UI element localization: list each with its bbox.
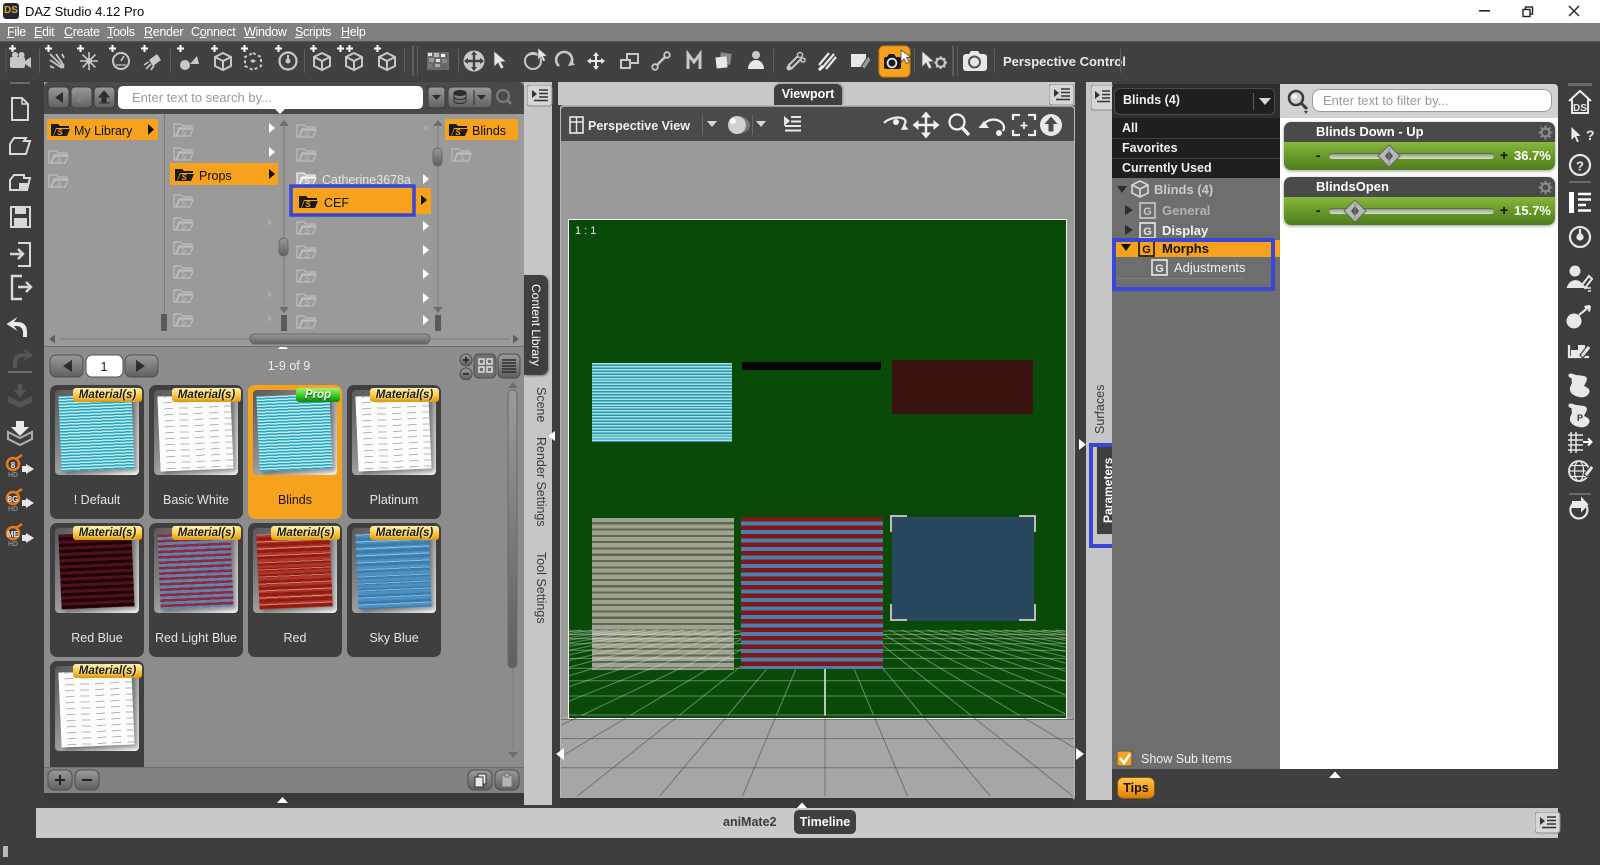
svg-text:ME: ME [7,530,20,539]
svg-text:G: G [1143,226,1152,238]
svg-text:Show Sub Items: Show Sub Items [1141,752,1232,766]
svg-text:CEF: CEF [324,196,349,210]
svg-text:HD: HD [8,472,18,479]
svg-text:General: General [1162,203,1210,218]
svg-text:Blinds (4): Blinds (4) [1154,182,1213,197]
svg-text:G: G [1143,206,1152,218]
svg-text:1-9 of 9: 1-9 of 9 [268,359,310,373]
svg-text:?: ? [1586,127,1595,143]
svg-text:My Library: My Library [74,124,133,138]
svg-text:Blinds: Blinds [472,124,506,138]
svg-text:P: P [1577,413,1583,423]
svg-text:DS: DS [1573,103,1587,114]
svg-text:8G: 8G [8,495,19,504]
svg-text:Enter text to search by...: Enter text to search by... [132,90,272,105]
svg-text:?: ? [1576,159,1584,174]
svg-text:HD: HD [8,541,18,548]
svg-text:1: 1 [100,359,107,374]
svg-text:HD: HD [8,506,18,513]
svg-text:Props: Props [199,169,232,183]
svg-text:8: 8 [11,461,16,470]
svg-text:Display: Display [1162,223,1209,238]
svg-text:Perspective Control: Perspective Control [1003,54,1126,69]
svg-text:Perspective View: Perspective View [588,119,690,133]
